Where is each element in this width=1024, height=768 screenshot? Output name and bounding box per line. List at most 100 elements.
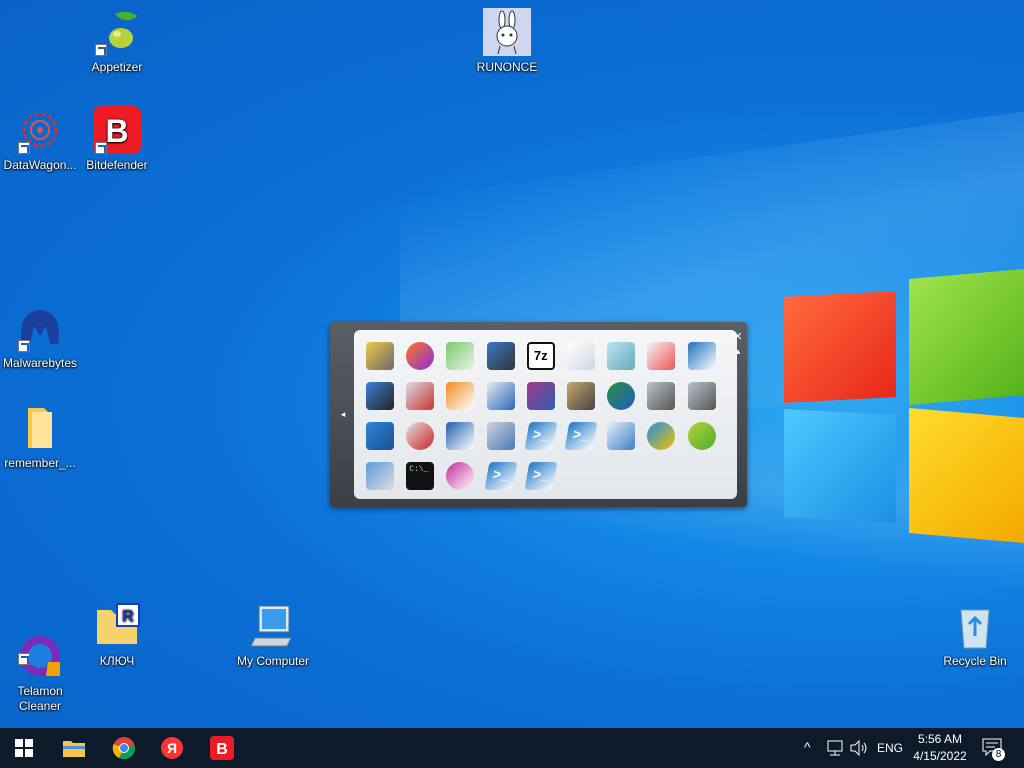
yandex-icon: Я	[161, 737, 183, 759]
desktop-icon-telamon-cleaner[interactable]: Telamon Cleaner	[0, 602, 80, 728]
gear-web-icon	[16, 106, 64, 154]
dock-item[interactable]	[563, 338, 599, 374]
taskbar-chrome[interactable]	[104, 732, 144, 764]
ie-icon	[647, 422, 676, 450]
dock-item[interactable]	[643, 418, 679, 454]
bitdefender-icon: B	[210, 736, 234, 760]
powershell4-icon: >_	[524, 462, 558, 490]
dock-icon-panel: 7z >_ >_ C:\_ >_ >_	[354, 330, 737, 499]
dock-item[interactable]	[563, 378, 599, 414]
folder-r-icon: R	[93, 602, 141, 650]
windows-logo-yellow-pane	[909, 407, 1024, 544]
powershell-icon: >_	[524, 422, 558, 450]
powershell2-icon: >_	[564, 422, 598, 450]
desktop-icon-label: DataWagon...	[3, 158, 77, 172]
dock-item[interactable]	[483, 338, 519, 374]
scanner-icon	[567, 382, 595, 410]
start-button[interactable]	[4, 732, 44, 764]
dock-item[interactable]	[362, 338, 398, 374]
dock-item[interactable]: 7z	[523, 338, 559, 374]
toolbox-icon	[647, 382, 676, 410]
recycle-bin-icon	[951, 602, 999, 650]
7zip-icon: 7z	[526, 342, 555, 370]
olive-icon	[93, 8, 141, 56]
dock-item[interactable]	[643, 338, 679, 374]
clock-date[interactable]: 4/15/2022	[910, 749, 970, 763]
network-icon[interactable]	[826, 740, 844, 756]
dock-item[interactable]	[402, 418, 438, 454]
desktop-icon-label: Telamon Cleaner	[17, 684, 63, 713]
dock-item[interactable]: >_	[483, 458, 519, 494]
network-computer-icon	[366, 382, 394, 410]
desktop-icon-my-computer[interactable]: My Computer	[233, 602, 313, 669]
dock-collapse-handle[interactable]: ◂	[335, 322, 351, 507]
volume-icon[interactable]	[849, 740, 869, 756]
tray-chevron-icon[interactable]: ^	[804, 739, 811, 755]
dock-item[interactable]	[402, 338, 438, 374]
language-indicator[interactable]: ENG	[877, 741, 903, 755]
dock-item[interactable]	[643, 378, 679, 414]
bunny-icon	[483, 8, 531, 56]
taskbar-bitdefender[interactable]: B	[202, 732, 242, 764]
dock-item[interactable]	[483, 378, 519, 414]
dock-item[interactable]: >_	[523, 458, 559, 494]
windows-logo-blue-pane	[784, 409, 896, 523]
bitdefender-icon: B	[93, 106, 141, 154]
olive-icon	[687, 422, 716, 450]
cross-tool-icon	[366, 342, 394, 370]
dock-item[interactable]	[603, 338, 639, 374]
dock-item[interactable]	[442, 458, 478, 494]
desktop-icon-klyuch[interactable]: R КЛЮЧ	[77, 602, 157, 669]
action-center-button[interactable]: 8	[982, 738, 1006, 761]
appetizer-dock[interactable]: ◂ ✕ ▲ 7z >_ >_ C:\_ >_ >_	[330, 322, 747, 507]
desktop-icon-malwarebytes[interactable]: Malwarebytes	[0, 304, 80, 371]
desktop-icon-label: My Computer	[236, 654, 310, 668]
dock-item[interactable]	[362, 458, 398, 494]
windows-logo-green-pane	[909, 268, 1024, 406]
dock-item[interactable]	[523, 378, 559, 414]
dock-item[interactable]: >_	[523, 418, 559, 454]
windows-logo-red-pane	[784, 291, 896, 403]
desktop-icon-recycle-bin[interactable]: Recycle Bin	[935, 602, 1015, 669]
folder-icon	[16, 404, 64, 452]
malwarebytes-icon	[16, 304, 64, 352]
desktop-icon-remember-folder[interactable]: remember_...	[0, 404, 80, 471]
firefox-icon	[406, 342, 435, 370]
taskbar-yandex[interactable]: Я	[152, 732, 192, 764]
dock-item[interactable]	[442, 378, 478, 414]
lock-icon	[486, 342, 515, 370]
powershell3-icon: >_	[484, 462, 518, 490]
dock-item[interactable]	[362, 378, 398, 414]
file-explorer-icon	[63, 741, 85, 757]
dock-item[interactable]	[684, 338, 720, 374]
desktop-icon-label: Malwarebytes	[2, 356, 78, 370]
opera-icon	[446, 462, 475, 490]
dock-item[interactable]	[684, 418, 720, 454]
svg-text:B: B	[105, 113, 128, 149]
taskbar-file-explorer[interactable]	[54, 732, 94, 764]
desktop-icon-datawagon[interactable]: DataWagon...	[0, 106, 80, 173]
dock-item[interactable]: >_	[563, 418, 599, 454]
svg-text:Я: Я	[167, 740, 177, 756]
globe-shield-icon	[607, 382, 636, 410]
dock-item[interactable]	[442, 418, 478, 454]
notification-count-badge: 8	[992, 748, 1005, 761]
media-stop-icon	[406, 382, 435, 410]
dock-item[interactable]	[402, 378, 438, 414]
desktop[interactable]: Appetizer RUNONCE DataWagon... B Bitdefe…	[0, 0, 1024, 728]
dock-item[interactable]	[442, 338, 478, 374]
dock-item[interactable]: C:\_	[402, 458, 438, 494]
dock-item[interactable]	[684, 378, 720, 414]
dock-item[interactable]	[603, 378, 639, 414]
dock-item[interactable]	[603, 418, 639, 454]
dock-item[interactable]	[483, 418, 519, 454]
desktop-icon-bitdefender[interactable]: B Bitdefender	[77, 106, 157, 173]
clock-time[interactable]: 5:56 AM	[914, 732, 966, 746]
taskbar: Я B ^ ENG 5:56 AM 4/15/2022 8	[0, 728, 1024, 768]
desktop-icon-appetizer[interactable]: Appetizer	[77, 8, 157, 75]
desktop-icon-label: Recycle Bin	[943, 654, 1007, 668]
desktop-icon-runonce[interactable]: RUNONCE	[467, 8, 547, 75]
dock-item[interactable]	[362, 418, 398, 454]
chrome-icon	[112, 737, 135, 760]
notepad-icon	[607, 342, 636, 370]
